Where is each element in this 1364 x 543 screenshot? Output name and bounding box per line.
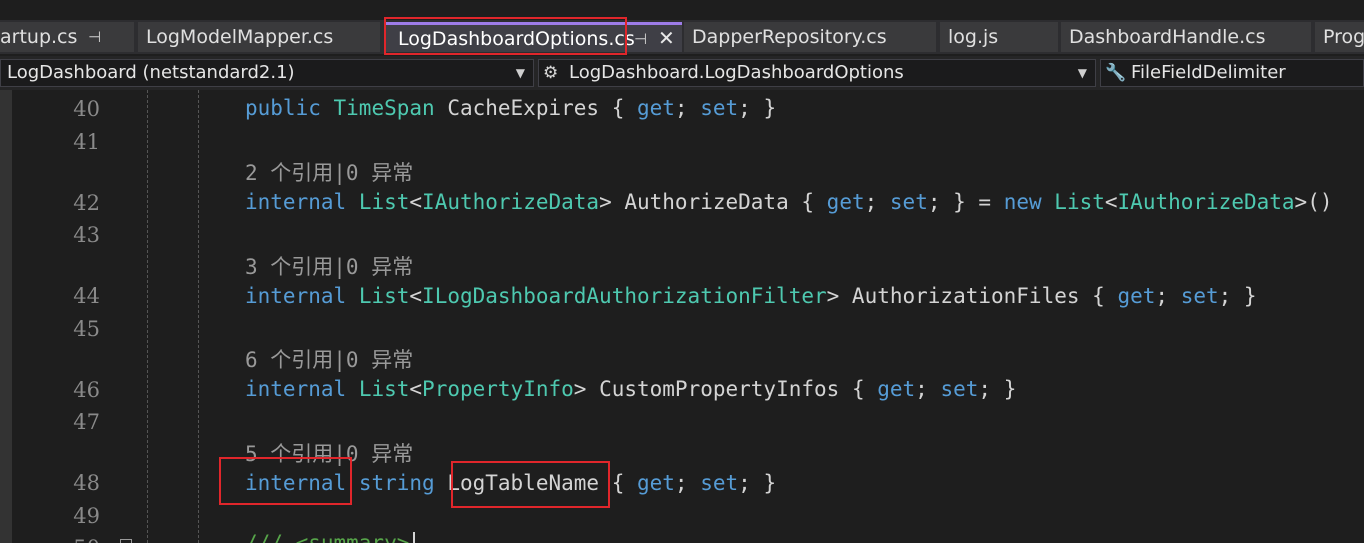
class-dropdown[interactable]: ⚙ LogDashboard.LogDashboardOptions ▼ [538, 59, 1096, 87]
pin-icon[interactable]: ⊣ [634, 25, 647, 52]
pin-icon[interactable]: ⊣ [88, 22, 101, 52]
code-line-44: internal List<ILogDashboardAuthorization… [245, 284, 1257, 308]
indent-guide [147, 90, 148, 543]
line-number: 43 [73, 223, 100, 247]
member-dropdown[interactable]: 🔧 FileFieldDelimiter [1100, 59, 1364, 87]
class-icon: ⚙ [543, 63, 559, 83]
codelens-references[interactable]: 6 个引用|0 异常 [245, 344, 413, 374]
code-line-48: internal string LogTableName { get; set;… [245, 471, 777, 495]
code-editor[interactable]: 40 41 42 43 44 45 46 47 48 49 50 public … [0, 90, 1364, 543]
tab-label: LogDashboardOptions.cs [398, 28, 635, 50]
tab-program[interactable]: Prog [1315, 22, 1364, 52]
line-number: 42 [73, 191, 100, 215]
project-dropdown[interactable]: LogDashboard (netstandard2.1) ▼ [0, 59, 534, 87]
codelens-references[interactable]: 5 个引用|0 异常 [245, 438, 413, 468]
tab-label: Prog [1323, 26, 1364, 48]
project-dropdown-value: LogDashboard (netstandard2.1) [7, 62, 295, 83]
line-number: 46 [73, 378, 100, 402]
tab-dashboardhandle[interactable]: DashboardHandle.cs [1061, 22, 1311, 52]
navigation-bar: LogDashboard (netstandard2.1) ▼ ⚙ LogDas… [0, 56, 1364, 90]
tab-label: LogModelMapper.cs [146, 26, 334, 48]
tab-logjs[interactable]: log.js [940, 22, 1058, 52]
line-number: 44 [73, 284, 100, 308]
tab-label: DapperRepository.cs [692, 26, 887, 48]
collapse-icon[interactable] [120, 539, 132, 543]
codelens-references[interactable]: 3 个引用|0 异常 [245, 251, 413, 281]
text-cursor [413, 532, 415, 543]
tab-dapperrepository[interactable]: DapperRepository.cs [684, 22, 936, 52]
indent-guide [198, 90, 199, 543]
close-icon[interactable]: ✕ [658, 25, 675, 52]
code-line-42: internal List<IAuthorizeData> AuthorizeD… [245, 190, 1333, 214]
tab-label: artup.cs [0, 26, 78, 48]
code-line-40: public TimeSpan CacheExpires { get; set;… [245, 96, 777, 120]
tab-label: DashboardHandle.cs [1069, 26, 1266, 48]
code-line-50: /// <summary> [245, 531, 410, 543]
line-number: 45 [73, 317, 100, 341]
editor-margin [0, 90, 12, 543]
tab-logmodelmapper[interactable]: LogModelMapper.cs [138, 22, 380, 52]
chevron-down-icon: ▼ [515, 66, 525, 80]
line-number: 50 [40, 536, 100, 543]
chevron-down-icon: ▼ [1077, 66, 1087, 80]
codelens-references[interactable]: 2 个引用|0 异常 [245, 157, 413, 187]
line-number: 49 [73, 504, 100, 528]
tab-startup[interactable]: artup.cs ⊣ [0, 22, 134, 52]
wrench-icon: 🔧 [1105, 63, 1127, 83]
document-tab-bar: artup.cs ⊣ LogModelMapper.cs LogDashboar… [0, 20, 1364, 54]
tab-logdashboardoptions[interactable]: LogDashboardOptions.cs ⊣ ✕ [384, 22, 682, 52]
member-dropdown-value: FileFieldDelimiter [1131, 62, 1286, 83]
code-line-46: internal List<PropertyInfo> CustomProper… [245, 377, 1017, 401]
tab-label: log.js [948, 26, 999, 48]
line-number: 40 [73, 97, 100, 121]
title-strip [0, 0, 1364, 20]
class-dropdown-value: LogDashboard.LogDashboardOptions [569, 62, 904, 83]
line-number: 41 [73, 130, 100, 154]
line-number: 48 [73, 471, 100, 495]
line-number: 47 [73, 410, 100, 434]
